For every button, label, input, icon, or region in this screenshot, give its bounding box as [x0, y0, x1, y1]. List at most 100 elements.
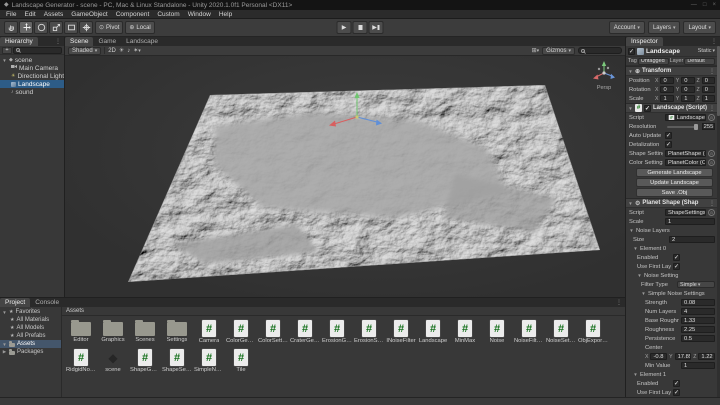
center-z-field[interactable]: 1.22 — [698, 353, 715, 360]
asset-item[interactable]: Landscape — [418, 318, 448, 344]
detalization-checkbox[interactable] — [665, 141, 672, 148]
shape-scale-field[interactable]: 1 — [665, 218, 715, 225]
asset-item[interactable]: MinMax — [450, 318, 480, 344]
color-settings-object-field[interactable]: PlanetColor (C — [665, 159, 706, 166]
enabled-checkbox[interactable] — [673, 380, 680, 387]
scene-search-input[interactable] — [578, 47, 622, 54]
sidebar-item-packages[interactable]: ▶ Packages — [0, 348, 61, 356]
scene-canvas[interactable] — [65, 56, 624, 297]
foldout-icon[interactable]: ▼ — [633, 372, 638, 377]
menu-item[interactable]: Help — [215, 10, 236, 19]
script-action-button[interactable]: Save .Obj — [636, 188, 713, 197]
layers-dropdown[interactable]: Layers ▾ — [647, 21, 681, 34]
sidebar-item-assets[interactable]: ▼ Assets — [0, 340, 61, 348]
asset-item[interactable]: ShapeGenerator — [130, 347, 160, 373]
step-button[interactable]: ▶ — [368, 21, 384, 34]
center-x-field[interactable]: -0.8 — [650, 353, 668, 360]
menu-item[interactable]: Assets — [40, 10, 68, 19]
asset-item[interactable]: Camera — [194, 318, 224, 344]
scene-viewport[interactable]: Persp — [65, 56, 625, 297]
scene-orientation-gizmo[interactable]: Persp — [587, 58, 621, 92]
project-tab[interactable]: Console — [30, 298, 64, 307]
menu-item[interactable]: Edit — [20, 10, 39, 19]
sidebar-item-favorites[interactable]: ▼ ★ Favorites — [0, 308, 61, 316]
asset-item[interactable]: Scenes — [130, 318, 160, 344]
auto-update-checkbox[interactable] — [665, 132, 672, 139]
resolution-slider[interactable] — [667, 123, 698, 130]
gizmos-dropdown[interactable]: Gizmos ▾ — [542, 46, 575, 55]
rotation-x-field[interactable]: 0 — [660, 86, 674, 93]
create-object-button[interactable]: + — [2, 46, 12, 54]
foldout-icon[interactable]: ▼ — [2, 58, 7, 63]
close-icon[interactable]: × — [712, 0, 716, 10]
script-action-button[interactable]: Generate Landscape — [636, 168, 713, 177]
menu-item[interactable]: Component — [112, 10, 154, 19]
scene-effects-dropdown[interactable]: ✶▾ — [133, 47, 141, 54]
asset-item[interactable]: RidgidNoiseFilter — [66, 347, 96, 373]
scale-tool-button[interactable] — [49, 21, 63, 34]
element0-foldout[interactable]: ▼ Element 0 — [626, 244, 717, 253]
project-tab[interactable]: Project — [0, 298, 31, 307]
foldout-icon[interactable]: ▼ — [628, 106, 633, 111]
sidebar-item-all-prefabs[interactable]: ★ All Prefabs — [0, 332, 61, 340]
move-tool-button[interactable] — [19, 21, 33, 34]
rotate-tool-button[interactable] — [34, 21, 48, 34]
tab-hierarchy[interactable]: Hierarchy — [0, 37, 38, 46]
position-x-field[interactable]: 0 — [660, 77, 674, 84]
toggle-2d-button[interactable]: 2D — [108, 48, 116, 54]
object-picker-icon[interactable]: ⊙ — [708, 159, 715, 166]
component-menu-icon[interactable]: ⋮ — [709, 105, 715, 112]
noise-setting-field[interactable]: 4 — [681, 308, 715, 315]
resolution-value-field[interactable]: 255 — [702, 123, 715, 130]
noise-setting-field[interactable]: 0.5 — [681, 335, 715, 342]
hierarchy-item-landscape[interactable]: Landscape — [0, 80, 64, 88]
asset-item[interactable]: Graphics — [98, 318, 128, 344]
hierarchy-item-scene[interactable]: ▼ ◆ scene — [0, 56, 64, 64]
script-action-button[interactable]: Update Landscape — [636, 178, 713, 187]
active-checkbox[interactable] — [628, 47, 635, 55]
account-dropdown[interactable]: Account ▾ — [608, 21, 645, 34]
play-button[interactable]: ▶ — [336, 21, 352, 34]
foldout-icon[interactable]: ▼ — [628, 69, 633, 74]
element0-noise-settings-foldout[interactable]: ▼ Noise Settings — [626, 271, 717, 280]
foldout-icon[interactable]: ▼ — [628, 201, 633, 206]
asset-item[interactable]: CraterGenerator — [290, 318, 320, 344]
component-enabled-checkbox[interactable] — [644, 104, 651, 112]
position-y-field[interactable]: 0 — [681, 77, 695, 84]
object-picker-icon[interactable]: ⊙ — [708, 114, 715, 121]
scale-y-field[interactable]: 1 — [681, 95, 695, 102]
hierarchy-item-directional-light[interactable]: ☀ Directional Light — [0, 72, 64, 80]
panel-menu-icon[interactable]: ⋮ — [711, 38, 717, 45]
asset-item[interactable]: Tile — [226, 347, 256, 373]
foldout-icon[interactable]: ▼ — [633, 246, 638, 251]
asset-item[interactable]: ColorGenerator — [226, 318, 256, 344]
asset-item[interactable]: NoiseSettings — [546, 318, 576, 344]
transform-tool-button[interactable] — [79, 21, 93, 34]
menu-item[interactable]: Custom — [153, 10, 183, 19]
noise-layers-foldout[interactable]: ▼ Noise Layers — [626, 226, 717, 235]
hierarchy-item-main-camera[interactable]: Main Camera — [0, 64, 64, 72]
tag-dropdown[interactable]: Untagged — [637, 57, 669, 65]
tab-inspector[interactable]: Inspector — [626, 37, 663, 46]
panel-menu-icon[interactable]: ⋮ — [55, 38, 61, 45]
asset-item[interactable]: Noise — [482, 318, 512, 344]
sidebar-item-all-models[interactable]: ★ All Models — [0, 324, 61, 332]
landscape-script-header[interactable]: ▼ # Landscape (Script) ⋮ — [626, 103, 717, 113]
size-field[interactable]: 2 — [669, 236, 715, 243]
asset-item[interactable]: scene — [98, 347, 128, 373]
shape-settings-object-field[interactable]: PlanetShape (S — [665, 150, 706, 157]
component-menu-icon[interactable]: ⋮ — [709, 200, 715, 207]
rotation-z-field[interactable]: 0 — [701, 86, 715, 93]
asset-item[interactable]: Settings — [162, 318, 192, 344]
asset-item[interactable]: ObjExporter — [578, 318, 608, 344]
hierarchy-search-input[interactable] — [13, 46, 62, 54]
rect-tool-button[interactable] — [64, 21, 78, 34]
noise-setting-field[interactable]: 2.25 — [681, 326, 715, 333]
asset-item[interactable]: ShapeSettings — [162, 347, 192, 373]
draw-mode-dropdown[interactable]: Shaded ▾ — [68, 46, 102, 55]
use-first-layer-checkbox[interactable] — [673, 263, 680, 270]
static-dropdown[interactable]: Static ▾ — [698, 48, 715, 54]
scale-z-field[interactable]: 1 — [701, 95, 715, 102]
transform-component-header[interactable]: ▼ ⊕ Transform ⋮ — [626, 66, 717, 76]
maximize-icon[interactable]: □ — [703, 0, 707, 10]
